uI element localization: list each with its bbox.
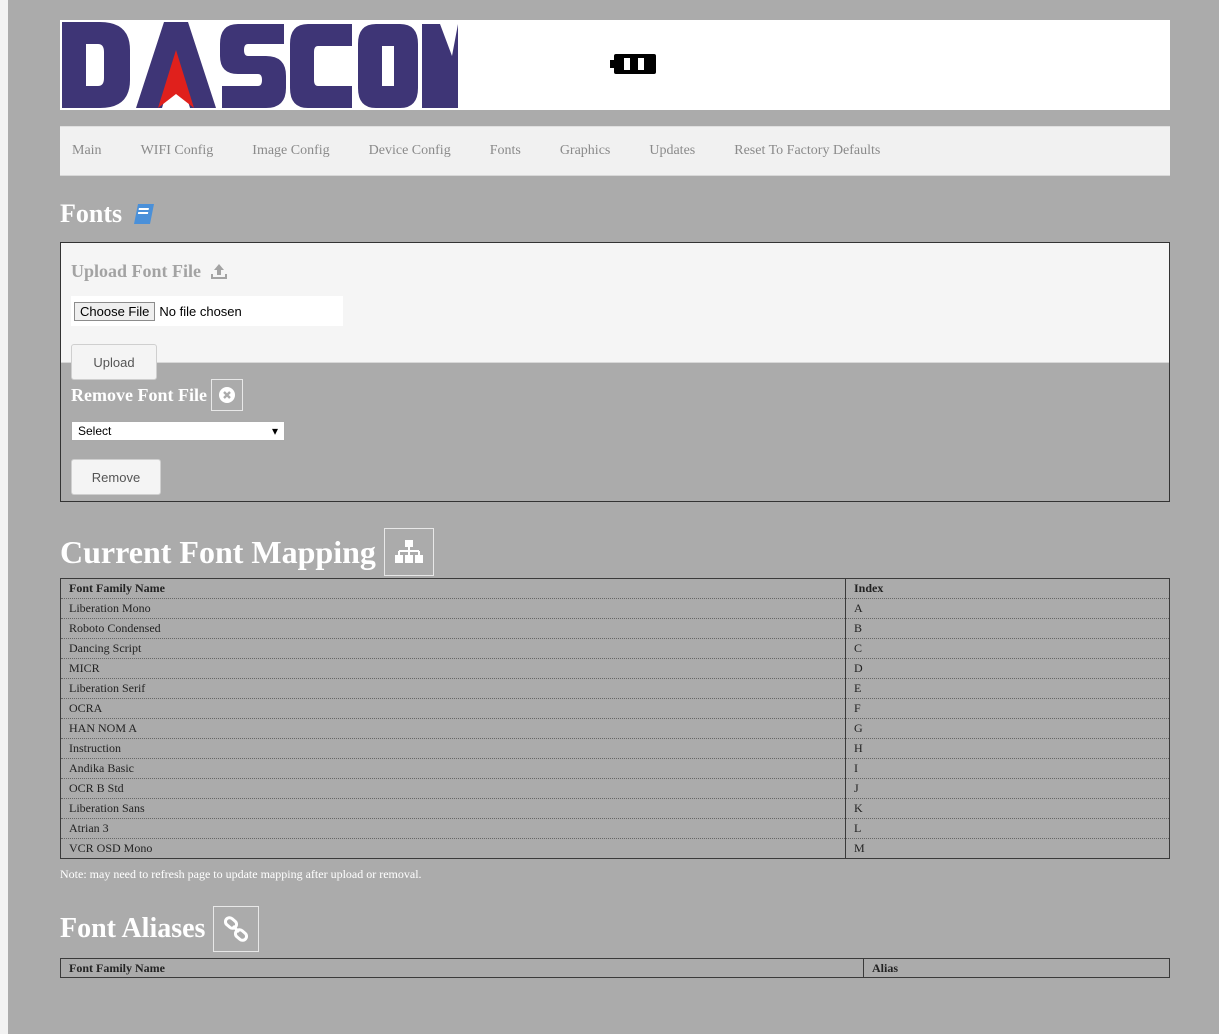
table-row: MICR D [60, 658, 1170, 679]
remove-icon-box [210, 379, 243, 411]
table-row: Dancing Script C [60, 638, 1170, 659]
column-header-font-family: Font Family Name [60, 578, 846, 599]
file-status: No file chosen [159, 303, 242, 319]
font-name-cell: HAN NOM A [60, 718, 846, 739]
file-input[interactable]: Choose File No file chosen [71, 296, 343, 326]
link-icon [224, 916, 249, 942]
index-cell: A [845, 598, 1170, 619]
index-cell: H [845, 738, 1170, 759]
mapping-title: Current Font Mapping [60, 533, 376, 570]
upload-title: Upload Font File [71, 261, 202, 281]
header [60, 20, 1170, 110]
remove-circle-icon [218, 387, 235, 403]
page-container: Main WIFI Config Image Config Device Con… [60, 20, 1170, 978]
index-cell: I [845, 758, 1170, 779]
upload-icon [211, 263, 228, 279]
fonts-heading: Fonts [60, 196, 1170, 232]
dascom-logo [62, 22, 458, 108]
battery-icon [610, 54, 656, 74]
table-row: OCRA F [60, 698, 1170, 719]
table-row: HAN NOM AG [60, 718, 1170, 739]
index-cell: F [845, 698, 1170, 719]
choose-file-button[interactable]: Choose File [74, 301, 156, 321]
font-name-cell: Liberation Serif [60, 678, 846, 699]
nav-item-wifi-config[interactable]: WIFI Config [141, 143, 214, 159]
main-nav: Main WIFI Config Image Config Device Con… [60, 126, 1170, 176]
index-cell: L [845, 818, 1170, 839]
nav-item-main[interactable]: Main [72, 143, 102, 159]
sitemap-icon-box [383, 528, 434, 576]
remove-section: Remove Font File Select ▾ Remove [61, 362, 1169, 501]
column-header-font-family: Font Family Name [60, 958, 864, 978]
font-name-cell: OCR B Std [60, 778, 846, 799]
table-row: Atrian 3L [60, 818, 1170, 839]
nav-item-reset-factory[interactable]: Reset To Factory Defaults [734, 143, 880, 159]
mapping-note: Note: may need to refresh page to update… [60, 867, 422, 881]
table-header-row: Font Family Name Index [60, 578, 1170, 599]
font-name-cell: Liberation Sans [60, 798, 846, 819]
font-select-value: Select [78, 424, 112, 438]
upload-section: Upload Font File Choose File No file cho… [61, 243, 1169, 380]
book-icon [134, 204, 155, 224]
table-row: Andika Basic I [60, 758, 1170, 779]
table-row: Liberation Mono A [60, 598, 1170, 619]
link-icon-box [213, 906, 260, 952]
column-header-alias: Alias [863, 958, 1170, 978]
index-cell: J [845, 778, 1170, 799]
font-aliases-table: Font Family Name Alias [60, 958, 1170, 978]
aliases-title: Font Aliases [60, 913, 206, 944]
font-select[interactable]: Select ▾ [71, 421, 285, 441]
nav-item-image-config[interactable]: Image Config [252, 143, 329, 159]
font-name-cell: OCRA [60, 698, 846, 719]
font-name-cell: MICR [60, 658, 846, 679]
table-header-row: Font Family Name Alias [60, 958, 1170, 978]
font-name-cell: Instruction [60, 738, 846, 759]
font-name-cell: Roboto Condensed [60, 618, 846, 639]
index-cell: K [845, 798, 1170, 819]
nav-item-device-config[interactable]: Device Config [369, 143, 451, 159]
fonts-title: Fonts [60, 199, 123, 228]
upload-button[interactable]: Upload [71, 344, 157, 380]
table-row: Roboto Condensed B [60, 618, 1170, 639]
nav-item-graphics[interactable]: Graphics [560, 143, 611, 159]
font-name-cell: Andika Basic [60, 758, 846, 779]
sitemap-icon [394, 540, 423, 563]
index-cell: G [845, 718, 1170, 739]
mapping-heading: Current Font Mapping [60, 528, 1170, 576]
font-name-cell: Atrian 3 [60, 818, 846, 839]
table-row: Instruction H [60, 738, 1170, 759]
table-row: OCR B Std J [60, 778, 1170, 799]
font-name-cell: Dancing Script [60, 638, 846, 659]
column-header-index: Index [845, 578, 1170, 599]
table-row: Liberation Sans K [60, 798, 1170, 819]
table-row: Liberation Serif E [60, 678, 1170, 699]
upload-heading: Upload Font File [71, 261, 1159, 282]
nav-item-fonts[interactable]: Fonts [490, 143, 521, 159]
fonts-panel: Upload Font File Choose File No file cho… [60, 242, 1170, 502]
font-name-cell: VCR OSD Mono [60, 838, 846, 859]
remove-heading: Remove Font File [71, 379, 1159, 411]
index-cell: E [845, 678, 1170, 699]
remove-button[interactable]: Remove [71, 459, 161, 495]
font-name-cell: Liberation Mono [60, 598, 846, 619]
font-mapping-table: Font Family Name Index Liberation Mono A … [60, 578, 1170, 859]
nav-item-updates[interactable]: Updates [649, 143, 695, 159]
page-edge [0, 0, 8, 1034]
table-row: VCR OSD Mono M [60, 838, 1170, 859]
index-cell: C [845, 638, 1170, 659]
index-cell: M [845, 838, 1170, 859]
remove-title: Remove Font File [71, 384, 207, 405]
index-cell: D [845, 658, 1170, 679]
index-cell: B [845, 618, 1170, 639]
aliases-heading: Font Aliases [60, 906, 1170, 952]
chevron-down-icon: ▾ [271, 424, 278, 438]
